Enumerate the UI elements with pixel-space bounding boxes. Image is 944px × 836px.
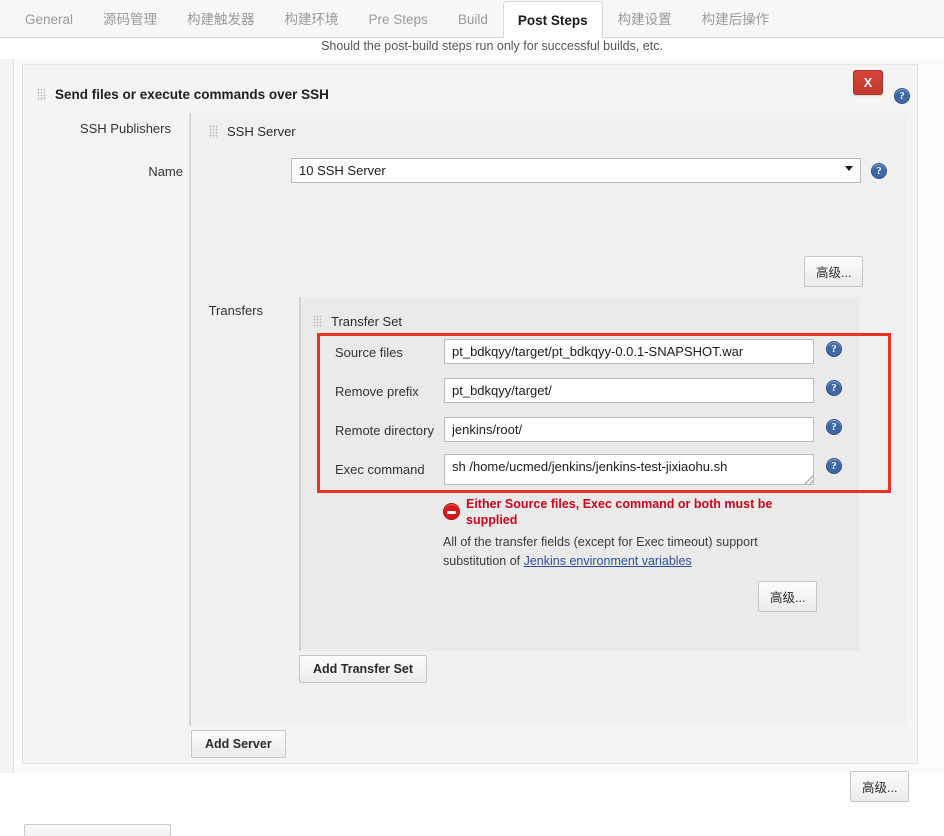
add-server-button[interactable]: Add Server: [191, 730, 286, 758]
error-message: Either Source files, Exec command or bot…: [466, 497, 773, 527]
builder-help-wrapper: ?: [894, 87, 910, 104]
ssh-publisher-block: Send files or execute commands over SSH …: [22, 64, 918, 802]
transfer-advanced-button[interactable]: 高级...: [758, 581, 818, 612]
ssh-server-name-label: Name: [148, 164, 183, 179]
tab-build[interactable]: Build: [443, 0, 503, 37]
drag-handle-icon[interactable]: [209, 125, 218, 138]
page-description: Should the post-build steps run only for…: [321, 39, 663, 53]
transfers-label: Transfers: [208, 303, 263, 318]
ssh-server-advanced-button[interactable]: 高级...: [804, 256, 864, 287]
tab-build-triggers[interactable]: 构建触发器: [172, 0, 270, 37]
source-files-help-wrapper: ?: [826, 340, 842, 357]
help-icon[interactable]: ?: [826, 341, 842, 357]
help-icon[interactable]: ?: [826, 380, 842, 396]
tab-build-settings[interactable]: 构建设置: [603, 0, 687, 37]
jenkins-env-vars-link[interactable]: Jenkins environment variables: [524, 554, 692, 568]
exec-command-textarea[interactable]: [444, 454, 814, 485]
remove-prefix-help-wrapper: ?: [826, 379, 842, 396]
tab-source-management[interactable]: 源码管理: [88, 0, 172, 37]
page-body: Send files or execute commands over SSH …: [0, 59, 944, 836]
help-icon[interactable]: ?: [826, 419, 842, 435]
left-rail: [0, 59, 14, 773]
transfer-set-title-row: Transfer Set: [313, 314, 402, 329]
substitution-note: All of the transfer fields (except for E…: [443, 533, 823, 571]
offscreen-button-top-edge[interactable]: [24, 824, 171, 836]
ssh-publishers-label: SSH Publishers: [79, 121, 171, 136]
source-files-input[interactable]: [444, 339, 814, 364]
remove-prefix-label: Remove prefix: [335, 384, 419, 399]
ssh-server-title-text: SSH Server: [227, 124, 296, 139]
help-icon[interactable]: ?: [826, 458, 842, 474]
exec-command-help-wrapper: ?: [826, 457, 842, 474]
close-button[interactable]: X: [853, 70, 883, 95]
transfer-set-title-text: Transfer Set: [331, 314, 403, 329]
ssh-server-name-help-wrapper: ?: [871, 162, 887, 179]
tab-general[interactable]: General: [10, 0, 88, 37]
ssh-server-title-row: SSH Server: [209, 124, 296, 139]
remote-directory-label: Remote directory: [335, 423, 434, 438]
tab-bar: General 源码管理 构建触发器 构建环境 Pre Steps Build …: [0, 0, 944, 38]
ssh-server-name-select[interactable]: 10 SSH Server: [291, 158, 861, 183]
builder-title-row: Send files or execute commands over SSH: [37, 87, 329, 102]
remote-directory-input[interactable]: [444, 417, 814, 442]
add-transfer-set-button[interactable]: Add Transfer Set: [299, 655, 428, 683]
help-icon[interactable]: ?: [871, 163, 887, 179]
tab-post-build-actions[interactable]: 构建后操作: [687, 0, 785, 37]
builder-title-text: Send files or execute commands over SSH: [55, 87, 329, 102]
publisher-advanced-button[interactable]: 高级...: [850, 771, 910, 802]
right-rail: [924, 59, 944, 773]
source-files-label: Source files: [335, 345, 403, 360]
tab-build-environment[interactable]: 构建环境: [270, 0, 354, 37]
remove-prefix-input[interactable]: [444, 378, 814, 403]
remote-directory-help-wrapper: ?: [826, 418, 842, 435]
error-icon: [443, 503, 460, 520]
tab-pre-steps[interactable]: Pre Steps: [354, 0, 443, 37]
tab-post-steps[interactable]: Post Steps: [502, 1, 603, 38]
help-icon[interactable]: ?: [894, 88, 910, 104]
drag-handle-icon[interactable]: [37, 88, 46, 101]
exec-command-label: Exec command: [335, 462, 425, 477]
drag-handle-icon[interactable]: [313, 315, 322, 328]
